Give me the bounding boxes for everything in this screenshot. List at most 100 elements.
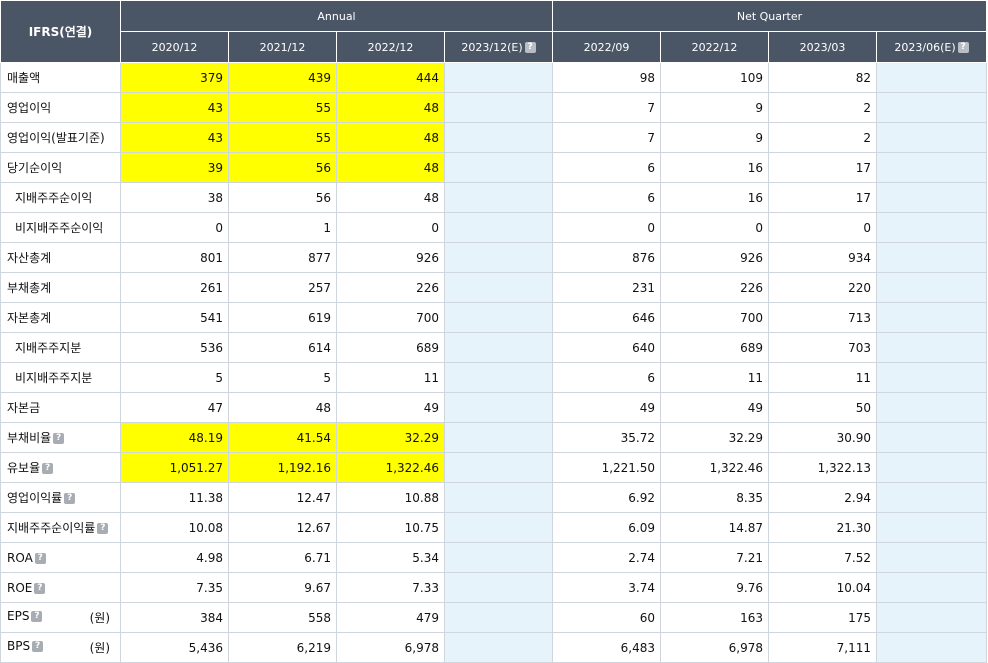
row-label: 부채비율 <box>7 431 52 445</box>
value-cell: 479 <box>336 602 445 633</box>
help-icon[interactable]: ? <box>34 582 46 594</box>
value-cell: 48 <box>336 182 445 213</box>
value-cell: 0 <box>120 212 229 243</box>
annual-group-header: Annual <box>120 0 553 32</box>
value-cell: 703 <box>768 332 877 363</box>
value-cell: 11.38 <box>120 482 229 513</box>
table-row: 자본금 47 48 49 49 49 50 <box>0 392 987 423</box>
value-cell <box>444 392 553 423</box>
value-cell: 6.92 <box>552 482 661 513</box>
value-cell: 109 <box>660 62 769 93</box>
value-cell <box>444 542 553 573</box>
period-header-3: 2023/12(E)? <box>444 31 553 63</box>
value-cell <box>444 302 553 333</box>
value-cell: 2 <box>768 92 877 123</box>
help-icon[interactable]: ? <box>42 463 54 474</box>
value-cell <box>876 392 987 423</box>
row-label-cell: EPS? (원) <box>0 602 121 633</box>
value-cell: 226 <box>336 272 445 303</box>
row-label-cell: ROE? <box>0 572 121 603</box>
table-row: 부채총계 261 257 226 231 226 220 <box>0 272 987 303</box>
row-label-cell: 유보율? <box>0 452 121 483</box>
table-row: 부채비율? 48.19 41.54 32.29 35.72 32.29 30.90 <box>0 422 987 453</box>
value-cell: 12.67 <box>228 512 337 543</box>
period-header-7: 2023/06(E)? <box>876 31 987 63</box>
value-cell: 49 <box>552 392 661 423</box>
row-label: EPS <box>7 609 30 623</box>
value-cell: 12.47 <box>228 482 337 513</box>
value-cell <box>876 572 987 603</box>
value-cell: 11 <box>768 362 877 393</box>
table-row: 영업이익 43 55 48 7 9 2 <box>0 92 987 123</box>
value-cell: 0 <box>552 212 661 243</box>
value-cell: 926 <box>660 242 769 273</box>
row-label: 당기순이익 <box>7 161 63 175</box>
help-icon[interactable]: ? <box>34 552 46 564</box>
row-label: 영업이익률 <box>7 491 63 505</box>
value-cell <box>876 92 987 123</box>
help-icon[interactable]: ? <box>64 493 76 504</box>
value-cell: 55 <box>228 122 337 153</box>
period-header-2: 2022/12 <box>336 31 445 63</box>
value-cell: 7 <box>552 122 661 153</box>
table-row: 영업이익(발표기준) 43 55 48 7 9 2 <box>0 122 987 153</box>
value-cell: 163 <box>660 602 769 633</box>
value-cell: 6,219 <box>228 632 337 663</box>
value-cell: 1,322.46 <box>336 452 445 483</box>
value-cell: 49 <box>660 392 769 423</box>
row-label-cell: BPS? (원) <box>0 632 121 663</box>
help-icon[interactable]: ? <box>31 611 43 622</box>
value-cell: 4.98 <box>120 542 229 573</box>
value-cell <box>444 152 553 183</box>
value-cell: 1,322.46 <box>660 452 769 483</box>
value-cell: 7.52 <box>768 542 877 573</box>
value-cell <box>876 182 987 213</box>
value-cell: 49 <box>336 392 445 423</box>
value-cell <box>876 272 987 303</box>
value-cell: 5 <box>120 362 229 393</box>
row-label: 비지배주주지분 <box>15 371 93 385</box>
value-cell: 536 <box>120 332 229 363</box>
value-cell: 38 <box>120 182 229 213</box>
value-cell: 558 <box>228 602 337 633</box>
value-cell: 30.90 <box>768 422 877 453</box>
help-icon[interactable]: ? <box>957 42 969 53</box>
row-label-cell: 매출액 <box>0 62 121 93</box>
row-label-cell: 부채비율? <box>0 422 121 453</box>
value-cell: 8.35 <box>660 482 769 513</box>
value-cell: 55 <box>228 92 337 123</box>
value-cell: 689 <box>336 332 445 363</box>
value-cell <box>876 242 987 273</box>
value-cell <box>444 632 553 663</box>
help-icon[interactable]: ? <box>32 641 44 652</box>
row-label-cell: 영업이익률? <box>0 482 121 513</box>
value-cell <box>876 302 987 333</box>
value-cell: 541 <box>120 302 229 333</box>
value-cell <box>444 62 553 93</box>
table-row: 자산총계 801 877 926 876 926 934 <box>0 242 987 273</box>
value-cell <box>444 482 553 513</box>
period-label: 2023/12(E) <box>461 40 523 54</box>
value-cell: 7 <box>552 92 661 123</box>
row-label-cell: 지배주주순이익률? <box>0 512 121 543</box>
value-cell: 11 <box>336 362 445 393</box>
value-cell <box>444 452 553 483</box>
table-row: 지배주주순이익률? 10.08 12.67 10.75 6.09 14.87 21.30 <box>0 512 987 543</box>
value-cell: 9.76 <box>660 572 769 603</box>
table-row: 비지배주주지분 5 5 11 6 11 11 <box>0 362 987 393</box>
value-cell: 5 <box>228 362 337 393</box>
row-label-cell: 영업이익(발표기준) <box>0 122 121 153</box>
value-cell <box>444 242 553 273</box>
value-cell <box>876 602 987 633</box>
help-icon[interactable]: ? <box>97 523 109 534</box>
table-row: 매출액 379 439 444 98 109 82 <box>0 62 987 93</box>
value-cell: 21.30 <box>768 512 877 543</box>
value-cell: 9 <box>660 122 769 153</box>
value-cell: 7.33 <box>336 572 445 603</box>
value-cell: 700 <box>660 302 769 333</box>
help-icon[interactable]: ? <box>524 42 536 53</box>
period-label: 2023/06(E) <box>894 40 956 54</box>
help-icon[interactable]: ? <box>53 433 65 444</box>
value-cell: 2 <box>768 122 877 153</box>
period-label: 2022/12 <box>691 40 738 54</box>
